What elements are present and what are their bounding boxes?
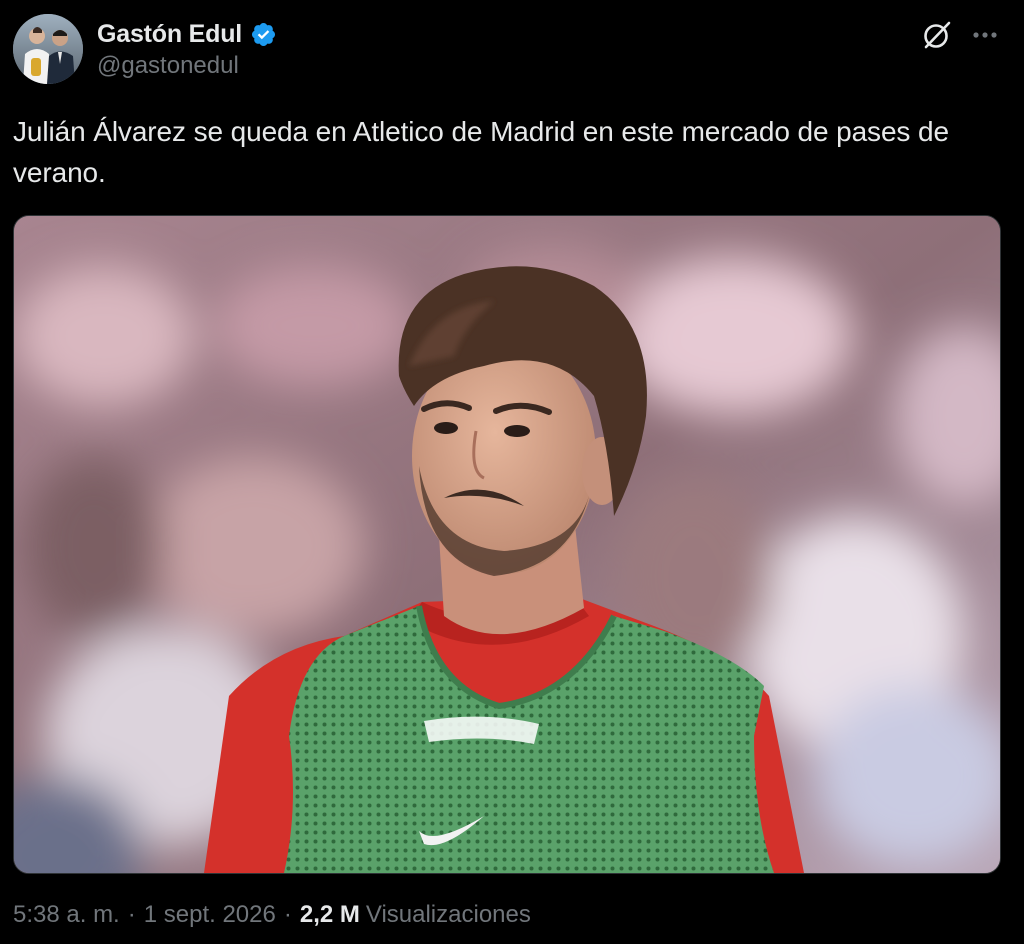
tweet-media-photo[interactable]: [13, 215, 1001, 874]
more-horizontal-icon: [973, 32, 997, 38]
views-count: 2,2 M: [299, 901, 360, 928]
author-name-row[interactable]: Gastón Edul: [97, 17, 277, 51]
tweet-time[interactable]: 5:38 a. m.: [13, 901, 120, 929]
author-handle[interactable]: @gastonedul: [97, 52, 239, 80]
avatar-image: [13, 14, 83, 84]
tweet-date[interactable]: 1 sept. 2026: [144, 901, 276, 929]
meta-separator: ·: [127, 901, 136, 928]
avatar[interactable]: [13, 14, 83, 84]
tweet-meta: 5:38 a. m. · 1 sept. 2026 · 2,2 M Visual…: [13, 901, 531, 929]
views-label: Visualizaciones: [365, 901, 531, 928]
author-display-name[interactable]: Gastón Edul: [97, 20, 242, 49]
more-options-button[interactable]: [970, 20, 1000, 50]
verified-badge-icon: [252, 22, 276, 46]
meta-separator: ·: [283, 901, 292, 928]
tweet: Gastón Edul @gastonedul Julián Álvarez s…: [0, 0, 1024, 944]
photo-illustration: [14, 216, 1000, 873]
tweet-text: Julián Álvarez se queda en Atletico de M…: [13, 116, 949, 188]
grok-icon[interactable]: [920, 18, 954, 52]
